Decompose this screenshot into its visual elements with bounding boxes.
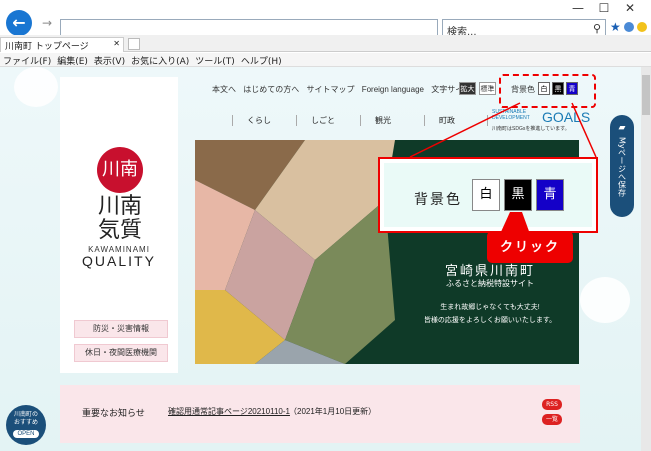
menu-tools[interactable]: ツール(T) — [192, 53, 238, 68]
nav-shigoto[interactable]: しごと — [296, 115, 360, 126]
favorites-star-icon[interactable]: ★ — [610, 20, 621, 34]
zoom-white-button[interactable]: 白 — [472, 179, 500, 211]
web-page: 川南 川南気質 KAWAMINAMI QUALITY 防災・災害情報 休日・夜間… — [0, 67, 651, 451]
menu-edit[interactable]: 編集(E) — [54, 53, 91, 68]
minimize-button[interactable]: — — [566, 0, 590, 16]
link-skip-content[interactable]: 本文へ — [212, 85, 236, 94]
notice-heading: 重要なお知らせ — [82, 409, 145, 419]
nav-kanko[interactable]: 観光 — [360, 115, 424, 126]
nav-chosei[interactable]: 町政 — [424, 115, 488, 126]
sdgs-banner[interactable]: SUSTAINABLE DEVELOPMENT GOALS 川南町はSDGsを推… — [492, 109, 590, 133]
vertical-scrollbar[interactable] — [641, 67, 651, 451]
tab-title: 川南町 トップページ — [5, 42, 89, 52]
notice-link[interactable]: 確認用通常記事ページ20210110-1 — [168, 406, 290, 417]
click-callout: クリック — [487, 231, 573, 263]
maximize-button[interactable]: ☐ — [592, 0, 616, 16]
night-medical-button[interactable]: 休日・夜間医療機関 — [74, 344, 168, 362]
bg-black-button[interactable]: 黒 — [552, 82, 564, 95]
bg-color-label: 背景色 — [511, 85, 535, 94]
flower-decoration — [580, 277, 630, 323]
back-arrow-icon: ← — [12, 13, 26, 32]
tab-kawaminami[interactable]: 川南町 トップページ ✕ — [0, 37, 124, 52]
flower-decoration — [14, 67, 58, 107]
folder-icon: ▰ — [618, 123, 626, 133]
link-first-time[interactable]: はじめての方へ — [243, 85, 299, 94]
zoom-bg-label: 背景色 — [414, 191, 462, 207]
sdgs-goals: GOALS — [542, 109, 591, 125]
tab-bar: 川南町 トップページ ✕ — [0, 35, 651, 52]
important-notice: 重要なお知らせ 確認用通常記事ページ20210110-1 （2021年1月10日… — [60, 385, 580, 443]
town-seal-logo: 川南 — [97, 147, 143, 193]
utility-links: 本文へ はじめての方へ サイトマップ Foreign language 文字サイ… — [212, 84, 476, 95]
tab-close-icon[interactable]: ✕ — [113, 39, 120, 48]
hero-message-2: 皆様の応援をよろしくお願いいたします。 — [423, 317, 557, 324]
mypage-label: Myページへ保存 — [617, 137, 627, 197]
back-button[interactable]: ← — [6, 10, 32, 36]
font-size-standard-button[interactable]: 標準 — [479, 82, 496, 95]
menu-favorites[interactable]: お気に入り(A) — [128, 53, 192, 68]
mypage-save-button[interactable]: ▰ Myページへ保存 — [610, 115, 634, 217]
notice-date: （2021年1月10日更新） — [289, 407, 377, 416]
link-sitemap[interactable]: サイトマップ — [306, 85, 354, 94]
hero-message-1: 生まれ故郷じゃなくても大丈夫! — [440, 304, 540, 311]
forward-arrow-icon: → — [42, 16, 53, 30]
menu-help[interactable]: ヘルプ(H) — [238, 53, 285, 68]
search-icon[interactable]: ⚲ — [593, 22, 601, 35]
badge-open: OPEN — [13, 430, 39, 438]
logo-title: 川南気質 — [97, 194, 142, 243]
zoom-blue-button[interactable]: 青 — [536, 179, 564, 211]
nav-kurashi[interactable]: くらし — [232, 115, 296, 126]
rss-button[interactable]: RSS — [542, 399, 562, 410]
disaster-info-button[interactable]: 防災・災害情報 — [74, 320, 168, 338]
settings-icon[interactable] — [624, 22, 634, 32]
smiley-icon[interactable] — [637, 22, 647, 32]
font-size-large-button[interactable]: 拡大 — [459, 82, 476, 95]
badge-line1: 川南町の — [13, 412, 38, 418]
zoom-black-button[interactable]: 黒 — [504, 179, 532, 211]
bg-white-button[interactable]: 白 — [538, 82, 550, 95]
scrollbar-thumb[interactable] — [642, 75, 650, 115]
global-nav: くらし しごと 観光 町政 — [232, 112, 490, 132]
zoom-inner: 背景色 白 黒 青 — [384, 163, 592, 227]
bg-color-zoom-panel: 背景色 白 黒 青 — [378, 157, 598, 233]
badge-line2: おすすめ — [13, 420, 38, 426]
menu-view[interactable]: 表示(V) — [91, 53, 128, 68]
hero-subtitle: ふるさと納税特設サイト — [446, 279, 534, 288]
recommend-badge[interactable]: 川南町の おすすめ OPEN — [6, 405, 46, 445]
sdgs-note: 川南町はSDGsを推進しています。 — [492, 126, 570, 132]
forward-button[interactable]: → — [42, 16, 52, 30]
new-tab-button[interactable] — [128, 38, 140, 50]
link-foreign-language[interactable]: Foreign language — [362, 85, 424, 94]
bg-blue-button[interactable]: 青 — [566, 82, 578, 95]
list-button[interactable]: 一覧 — [542, 414, 562, 425]
menu-file[interactable]: ファイル(F) — [0, 53, 54, 68]
menu-bar: ファイル(F) 編集(E) 表示(V) お気に入り(A) ツール(T) ヘルプ(H) — [0, 53, 651, 67]
food-photo-collage — [195, 140, 395, 364]
left-sidebar-card: 川南 川南気質 KAWAMINAMI QUALITY 防災・災害情報 休日・夜間… — [60, 77, 178, 373]
close-button[interactable]: ✕ — [618, 0, 642, 16]
logo-quality: QUALITY — [82, 253, 156, 269]
